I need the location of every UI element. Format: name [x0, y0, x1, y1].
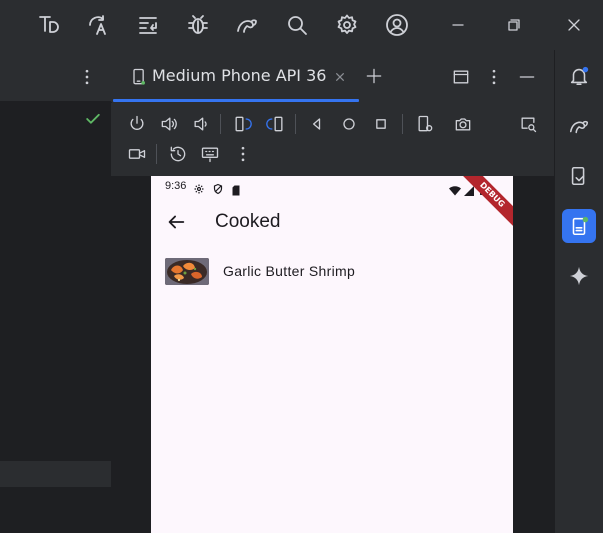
close-tab-icon[interactable]: [327, 64, 353, 90]
restore-window-icon[interactable]: [499, 10, 529, 40]
gradle-icon[interactable]: [232, 10, 262, 40]
search-icon[interactable]: [282, 10, 312, 40]
bug-icon[interactable]: [183, 10, 213, 40]
list-item[interactable]: Garlic Butter Shrimp: [151, 251, 513, 293]
running-devices-icon[interactable]: [562, 209, 596, 243]
shield-status-icon: [212, 180, 224, 195]
left-panel-row: [0, 461, 111, 487]
more-actions-icon[interactable]: [230, 141, 256, 167]
phone-device-icon: [126, 64, 152, 90]
screenshot-icon[interactable]: [450, 111, 476, 137]
gradle-sidebar-icon[interactable]: [562, 109, 596, 143]
hide-panel-icon[interactable]: [514, 64, 540, 90]
phone-screen[interactable]: 9:36 DEBUG Cooked Garlic Butter Shrimp: [151, 176, 513, 533]
settings-icon[interactable]: [332, 10, 362, 40]
minimize-window-icon[interactable]: [443, 10, 473, 40]
zoom-screen-icon[interactable]: [515, 111, 541, 137]
device-settings-icon[interactable]: [412, 111, 438, 137]
volume-up-icon[interactable]: [156, 111, 182, 137]
sim-status-icon: [232, 181, 242, 196]
home-icon[interactable]: [336, 111, 362, 137]
rotate-right-icon[interactable]: [263, 111, 289, 137]
snapshot-icon[interactable]: [165, 141, 191, 167]
close-window-icon[interactable]: [559, 10, 589, 40]
toolbar-separator: [402, 114, 403, 134]
power-icon[interactable]: [124, 111, 150, 137]
recipe-thumbnail: [165, 258, 209, 285]
translate-icon[interactable]: [83, 10, 113, 40]
app-bar-title: Cooked: [215, 211, 281, 232]
settings-status-icon: [193, 180, 205, 194]
toolbar-separator: [220, 114, 221, 134]
screen-record-icon[interactable]: [124, 141, 150, 167]
active-tab-indicator: [113, 99, 359, 102]
device-manager-icon[interactable]: [562, 159, 596, 193]
text-to-code-icon[interactable]: [34, 10, 64, 40]
check-icon: [80, 106, 106, 132]
account-icon[interactable]: [382, 10, 412, 40]
keyboard-icon[interactable]: [197, 141, 223, 167]
rotate-left-icon[interactable]: [229, 111, 255, 137]
back-icon[interactable]: [304, 111, 330, 137]
notifications-icon[interactable]: [562, 59, 596, 93]
ide-window: Medium Phone API 36 9:36 DEBUG Cooked Ga…: [0, 0, 603, 533]
status-time: 9:36: [165, 180, 187, 192]
more-options-icon[interactable]: [74, 64, 100, 90]
toolbar-separator: [156, 144, 157, 164]
toolbar-separator: [295, 114, 296, 134]
overview-icon[interactable]: [368, 111, 394, 137]
format-list-icon[interactable]: [133, 10, 163, 40]
window-layout-icon[interactable]: [448, 64, 474, 90]
back-arrow-icon[interactable]: [165, 211, 187, 233]
add-device-icon[interactable]: [361, 63, 387, 89]
panel-options-icon[interactable]: [481, 64, 507, 90]
volume-down-icon[interactable]: [188, 111, 214, 137]
wifi-status-icon: [449, 181, 461, 196]
tab-label: Medium Phone API 36: [152, 66, 327, 85]
gemini-icon[interactable]: [562, 259, 596, 293]
list-item-title: Garlic Butter Shrimp: [223, 263, 356, 279]
